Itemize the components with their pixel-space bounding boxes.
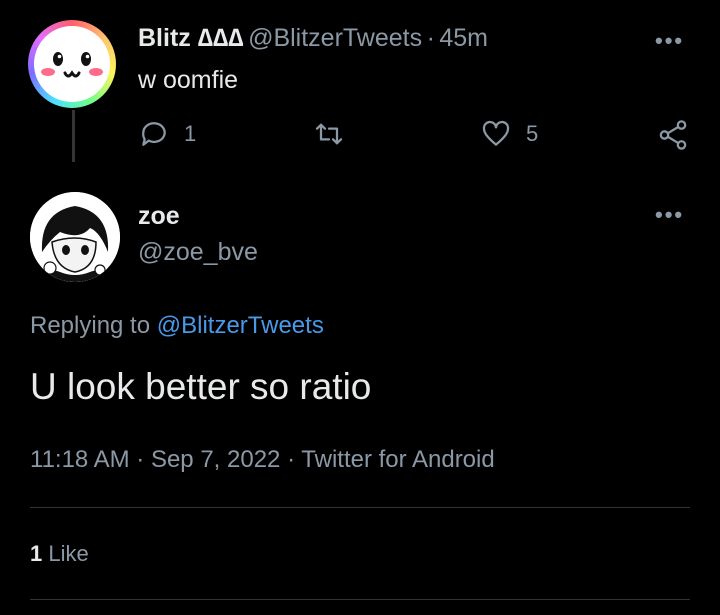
divider [30, 507, 690, 508]
smiley-face-icon [41, 52, 103, 78]
avatar-zoe[interactable] [30, 192, 120, 282]
retweet-action[interactable] [312, 118, 346, 150]
anime-avatar-icon [30, 192, 120, 282]
divider [30, 599, 690, 600]
reply-action[interactable]: 1 [138, 118, 196, 150]
user-handle[interactable]: @BlitzerTweets [248, 24, 422, 52]
time-ago[interactable]: 45m [439, 24, 488, 52]
tweet-header: Blitz ∆∆∆ @BlitzerTweets · 45m [138, 24, 488, 53]
like-icon [482, 120, 510, 146]
more-options-icon[interactable]: ••• [655, 28, 684, 54]
separator-dot: · [426, 24, 435, 52]
reply-count: 1 [184, 121, 197, 146]
replying-to-label: Replying to [30, 312, 151, 339]
avatar-blitz[interactable] [28, 20, 116, 108]
reply-more-options-icon[interactable]: ••• [655, 202, 684, 228]
tweet-text: w oomfie [138, 66, 239, 94]
like-stat-count: 1 [30, 541, 43, 566]
thread-connector-line [72, 110, 75, 162]
tweet-timestamp[interactable]: 11:18 AM · Sep 7, 2022 · Twitter for And… [30, 446, 495, 474]
display-name[interactable]: Blitz ∆∆∆ [138, 24, 244, 52]
like-stats[interactable]: 1 Like [30, 541, 89, 567]
reply-user-handle[interactable]: @zoe_bve [138, 238, 258, 267]
reply-icon [142, 122, 166, 146]
like-stat-label: Like [48, 541, 89, 566]
like-count: 5 [526, 121, 539, 146]
reply-tweet-text: U look better so ratio [30, 366, 372, 407]
reply-display-name[interactable]: zoe [138, 202, 180, 231]
share-icon [659, 120, 687, 150]
like-action[interactable]: 5 [480, 118, 538, 150]
retweet-icon [315, 123, 343, 145]
share-action[interactable] [656, 118, 690, 152]
replying-to-line: Replying to @BlitzerTweets [30, 312, 324, 340]
replying-to-handle[interactable]: @BlitzerTweets [157, 312, 324, 339]
